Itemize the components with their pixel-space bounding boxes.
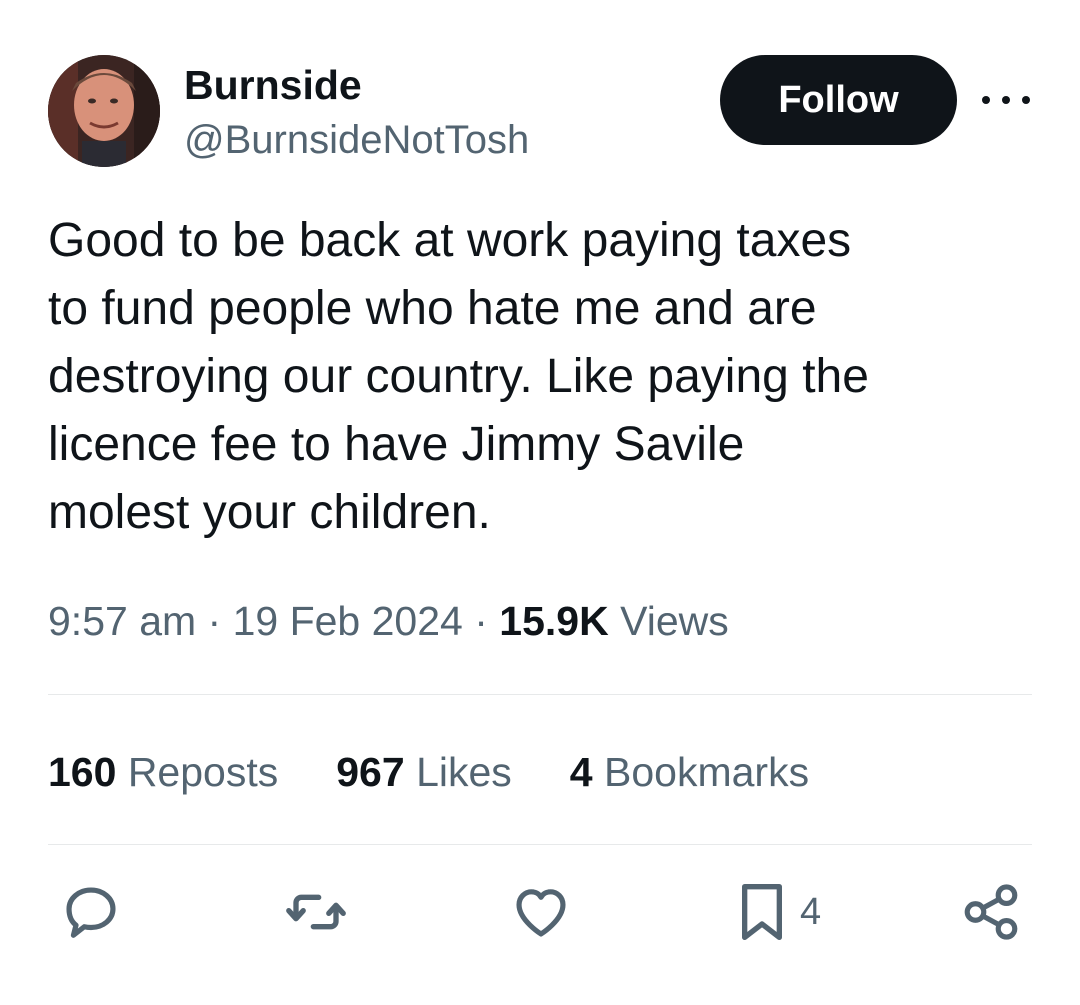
tweet-time[interactable]: 9:57 am [48, 598, 196, 644]
more-icon[interactable] [982, 86, 1030, 114]
meta-separator: · [196, 598, 233, 644]
likes-stat[interactable]: 967 Likes [336, 744, 512, 800]
like-icon [516, 889, 566, 937]
tweet-text: Good to be back at work paying taxes to … [48, 214, 869, 539]
avatar-image [48, 55, 160, 167]
likes-count: 967 [336, 749, 405, 795]
bookmark-icon [742, 884, 782, 940]
bookmarks-stat[interactable]: 4 Bookmarks [570, 744, 809, 800]
bookmarks-label: Bookmarks [604, 749, 810, 795]
user-handle[interactable]: @BurnsideNotTosh [184, 117, 529, 163]
views-count: 15.9K [499, 598, 609, 644]
reposts-count: 160 [48, 749, 117, 795]
bookmarks-count: 4 [569, 749, 593, 795]
reposts-stat[interactable]: 160 Reposts [48, 744, 278, 800]
divider [48, 844, 1032, 845]
like-button[interactable] [510, 880, 572, 944]
bookmark-button[interactable]: 4 [738, 880, 821, 944]
bookmark-action-count: 4 [800, 890, 822, 933]
repost-button[interactable] [284, 880, 348, 944]
tweet-meta: 9:57 am · 19 Feb 2024 · 15.9K Views [48, 594, 729, 648]
reposts-label: Reposts [127, 749, 279, 795]
reply-button[interactable] [60, 880, 122, 944]
repost-icon [286, 894, 346, 930]
avatar[interactable] [48, 55, 160, 167]
reply-icon [66, 887, 116, 938]
meta-separator: · [462, 598, 500, 644]
tweet-date[interactable]: 19 Feb 2024 [233, 598, 463, 644]
views-label: Views [620, 598, 729, 644]
engagement-stats: 160 Reposts 967 Likes 4 Bookmarks [48, 744, 867, 800]
share-button[interactable] [960, 880, 1022, 944]
display-name[interactable]: Burnside [184, 62, 362, 108]
divider [48, 694, 1032, 695]
likes-label: Likes [416, 749, 512, 795]
share-icon [964, 884, 1018, 940]
follow-button[interactable]: Follow [720, 55, 957, 145]
